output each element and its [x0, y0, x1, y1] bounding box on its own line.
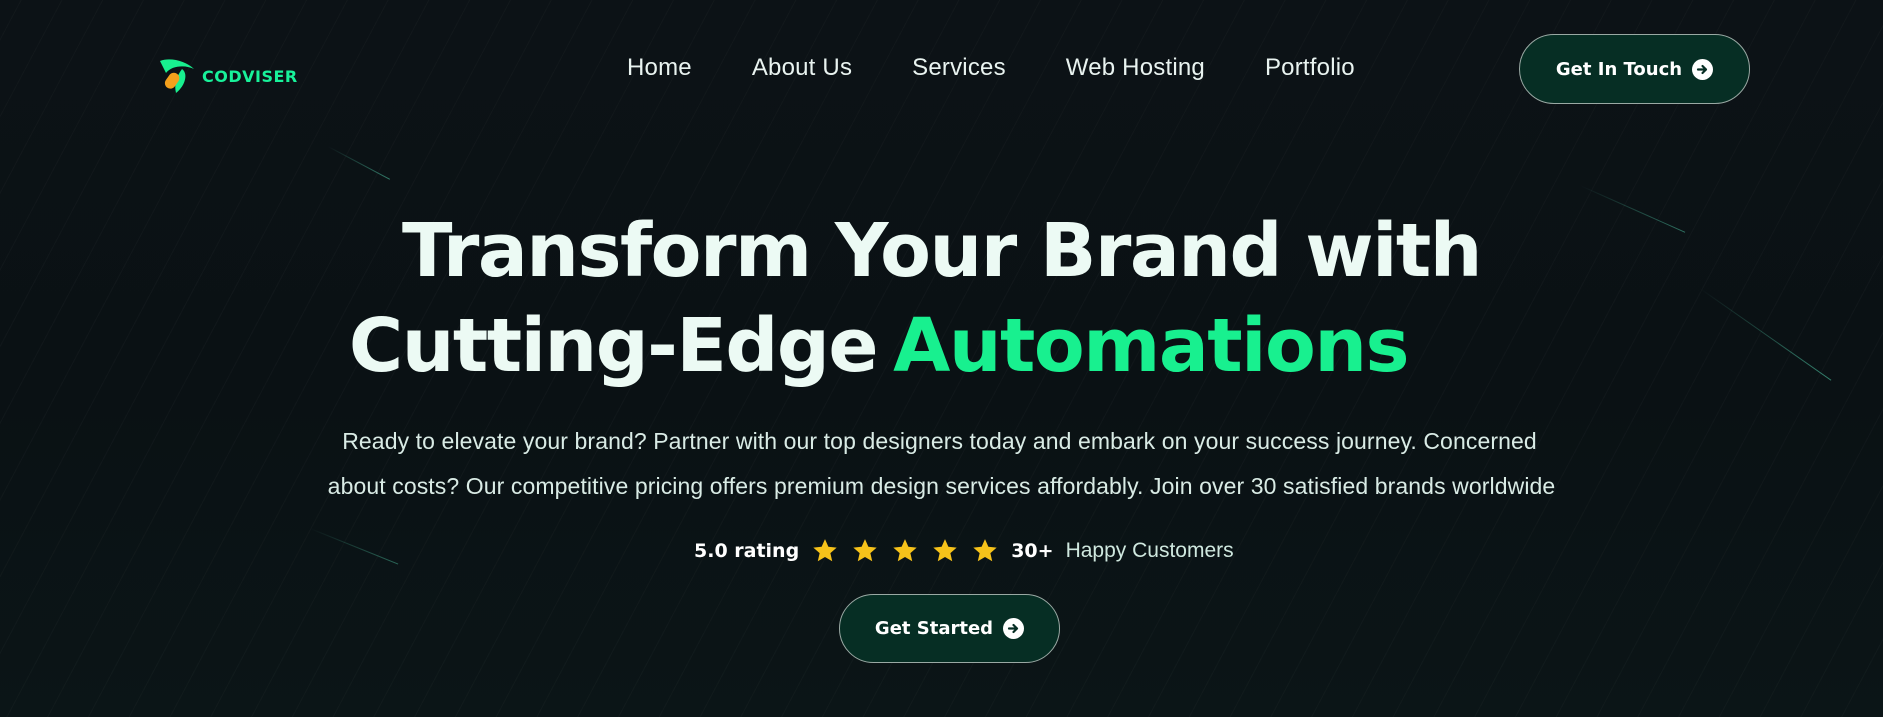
- hero-headline-highlight: Automations: [893, 303, 1410, 389]
- hero-description-line2: about costs? Our competitive pricing off…: [327, 473, 1556, 499]
- hero-headline-line1: Transform Your Brand with: [401, 208, 1483, 294]
- arrow-right-circle-icon: [1003, 618, 1025, 639]
- light-streak: [309, 528, 399, 565]
- nav-item-portfolio[interactable]: Portfolio: [1265, 54, 1355, 82]
- star-icon: [973, 539, 997, 562]
- star-icon: [813, 539, 837, 562]
- hero-headline-text: Cutting-Edge: [348, 303, 879, 389]
- rating-value: 5.0 rating: [694, 540, 800, 562]
- star-icon: [853, 539, 877, 562]
- brand-name: CODVISER: [202, 66, 298, 86]
- rating-stars: [811, 537, 999, 565]
- nav-item-about-us[interactable]: About Us: [752, 54, 852, 82]
- arrow-right-circle-icon: [1692, 58, 1714, 80]
- main-nav: Home About Us Services Web Hosting Portf…: [627, 52, 1355, 84]
- get-started-label: Get Started: [874, 618, 994, 639]
- rating-row: 5.0 rating 30+ Happy Customers: [694, 536, 1234, 566]
- customers-count: 30+: [1011, 540, 1054, 562]
- logo-mark-icon: [160, 59, 194, 93]
- nav-item-web-hosting[interactable]: Web Hosting: [1066, 54, 1205, 82]
- get-in-touch-label: Get In Touch: [1555, 58, 1683, 80]
- customers-label: Happy Customers: [1065, 539, 1234, 562]
- nav-item-home[interactable]: Home: [627, 54, 692, 82]
- hero-headline-line2: Cutting-Edge Automations: [0, 303, 1820, 389]
- star-icon: [893, 539, 917, 562]
- get-in-touch-button[interactable]: Get In Touch: [1519, 34, 1750, 104]
- get-started-button[interactable]: Get Started: [839, 594, 1060, 663]
- hero-description-line1: Ready to elevate your brand? Partner wit…: [342, 428, 1537, 454]
- nav-item-services[interactable]: Services: [912, 54, 1006, 82]
- brand-logo[interactable]: CODVISER: [156, 55, 298, 97]
- light-streak: [327, 146, 391, 180]
- star-icon: [933, 539, 957, 562]
